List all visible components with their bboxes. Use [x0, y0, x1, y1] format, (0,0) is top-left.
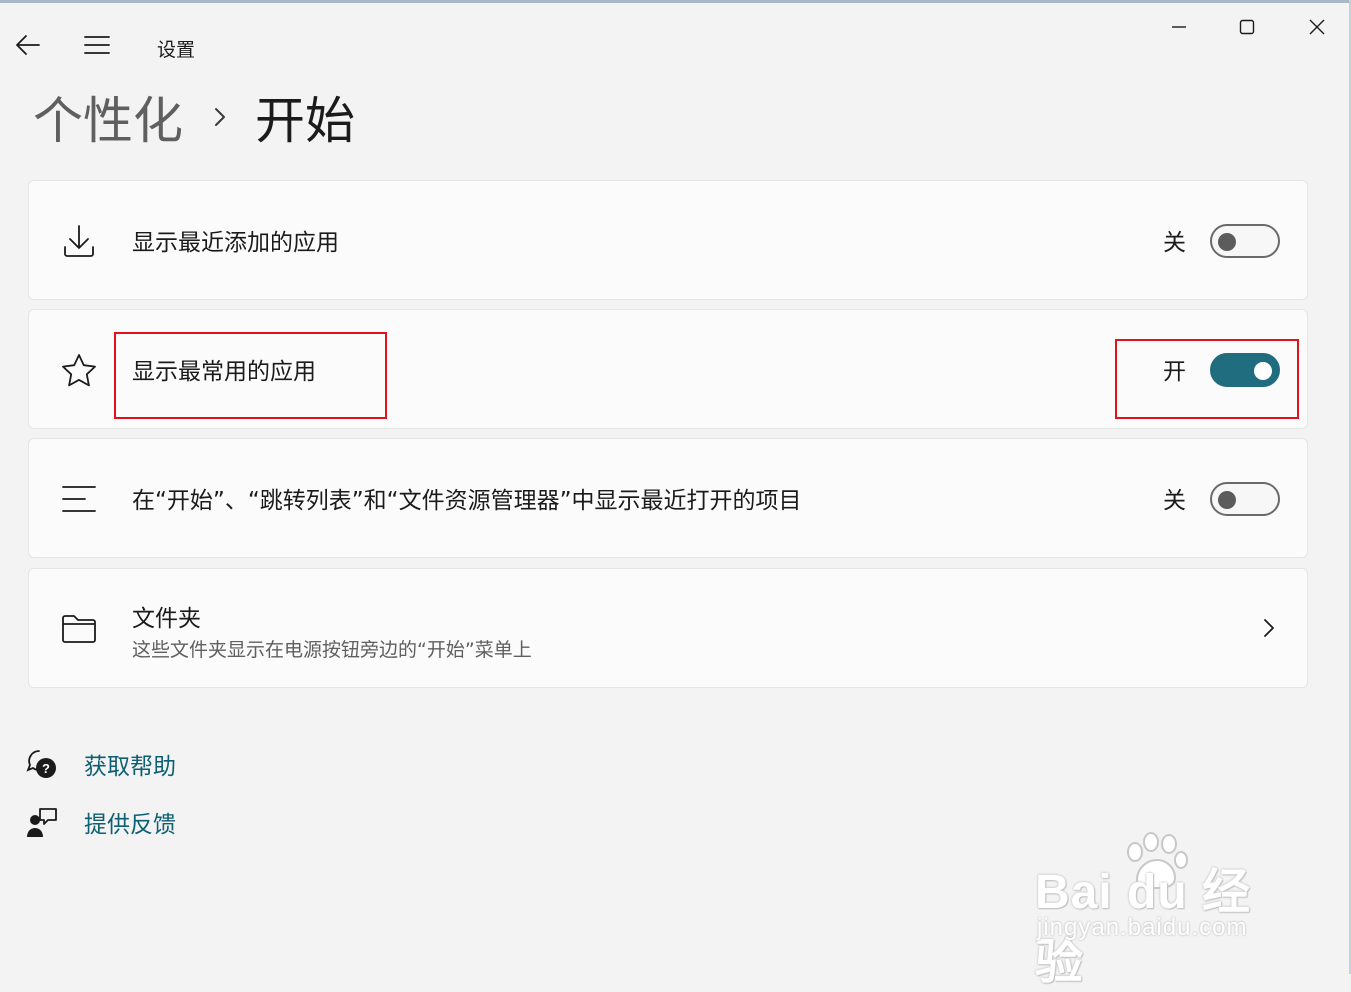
- baidu-watermark: Bai du 经验 jingyan.baidu.com: [1035, 830, 1295, 989]
- chevron-right-icon: [1254, 613, 1284, 643]
- feedback-icon: [24, 804, 60, 840]
- close-button[interactable]: [1296, 9, 1338, 49]
- highlight-box-label: [114, 332, 387, 419]
- minimize-button[interactable]: [1158, 9, 1200, 49]
- maximize-icon: [1238, 18, 1256, 40]
- help-icon: ?: [24, 746, 60, 782]
- setting-recently-added-apps: 显示最近添加的应用 关: [28, 180, 1308, 300]
- breadcrumb-parent[interactable]: 个性化: [33, 81, 183, 153]
- setting-label: 显示最近添加的应用: [132, 230, 339, 256]
- toggle-state-text: 关: [1163, 230, 1186, 256]
- folder-icon: [59, 609, 99, 649]
- star-icon: [59, 350, 99, 390]
- close-icon: [1308, 18, 1326, 40]
- list-icon: [59, 479, 99, 519]
- folders-title: 文件夹: [132, 606, 201, 632]
- recently-added-apps-toggle[interactable]: [1210, 224, 1280, 258]
- download-icon: [59, 221, 99, 261]
- recent-items-toggle[interactable]: [1210, 482, 1280, 516]
- link-label: 提供反馈: [84, 812, 176, 838]
- link-label: 获取帮助: [84, 754, 176, 780]
- toggle-state-text: 关: [1163, 488, 1186, 514]
- breadcrumb: 个性化 开始: [33, 82, 355, 152]
- highlight-box-toggle: [1115, 339, 1299, 419]
- folders-description: 这些文件夹显示在电源按钮旁边的“开始”菜单上: [132, 639, 532, 661]
- setting-label: 在“开始”、“跳转列表”和“文件资源管理器”中显示最近打开的项目: [132, 488, 802, 514]
- give-feedback-link[interactable]: 提供反馈: [24, 802, 176, 842]
- setting-folders[interactable]: 文件夹 这些文件夹显示在电源按钮旁边的“开始”菜单上: [28, 568, 1308, 688]
- app-title: 设置: [157, 39, 196, 61]
- navigation-menu-button[interactable]: [76, 27, 118, 67]
- watermark-sub-text: jingyan.baidu.com: [1037, 914, 1248, 941]
- toggle-knob: [1218, 491, 1236, 509]
- chevron-right-icon: [213, 105, 227, 129]
- maximize-button[interactable]: [1226, 9, 1268, 49]
- toggle-knob: [1218, 233, 1236, 251]
- get-help-link[interactable]: ? 获取帮助: [24, 744, 176, 784]
- back-button[interactable]: [8, 27, 48, 67]
- hamburger-menu-icon: [83, 35, 111, 59]
- minimize-icon: [1170, 18, 1188, 40]
- svg-text:?: ?: [42, 761, 50, 776]
- setting-recent-items: 在“开始”、“跳转列表”和“文件资源管理器”中显示最近打开的项目 关: [28, 438, 1308, 558]
- page-title: 开始: [255, 92, 355, 150]
- title-bar: 设置: [0, 3, 1351, 75]
- back-arrow-icon: [15, 34, 41, 60]
